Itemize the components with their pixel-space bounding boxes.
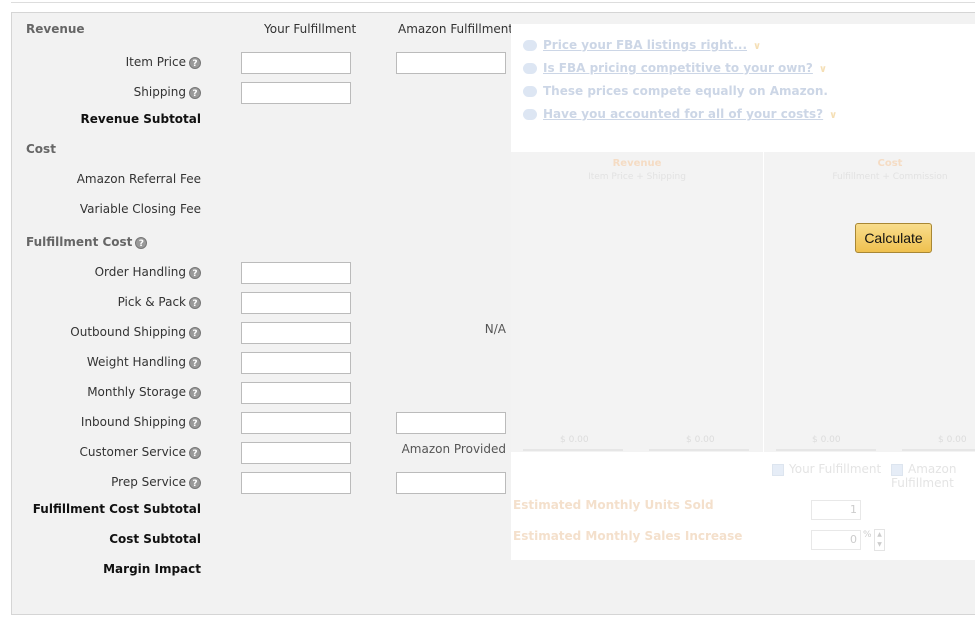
help-icon[interactable]: ? <box>189 56 201 69</box>
outbound-shipping-label: Outbound Shipping? <box>70 325 201 339</box>
amazon-inbound-shipping-input[interactable] <box>396 412 506 434</box>
cost-chart-subtitle: Fulfillment + Commission <box>832 172 948 182</box>
units-sold-input[interactable]: 1 <box>811 500 861 520</box>
tip-item[interactable]: Have you accounted for all of your costs… <box>523 107 837 121</box>
results-area: Price your FBA listings right... ∨ Is FBA… <box>511 24 975 560</box>
help-icon[interactable]: ? <box>135 236 148 249</box>
tip-item: These prices compete equally on Amazon. <box>523 84 828 98</box>
revenue-chart: Revenue Item Price + Shipping $ 0.00 $ 0… <box>511 152 763 452</box>
your-inbound-shipping-input[interactable] <box>241 412 351 434</box>
weight-handling-input[interactable] <box>241 352 351 374</box>
your-prep-service-input[interactable] <box>241 472 351 494</box>
units-sold-label: Estimated Monthly Units Sold <box>513 498 714 512</box>
top-border <box>11 0 975 3</box>
cost-header: Cost <box>26 142 56 156</box>
cost-chart: Cost Fulfillment + Commission $ 0.00 $ 0… <box>764 152 975 452</box>
revenue-your-value: $ 0.00 <box>560 435 589 445</box>
amazon-item-price-input[interactable] <box>396 52 506 74</box>
legend-amazon-fulfillment: Amazon Fulfillment <box>891 462 957 490</box>
variable-closing-fee-label: Variable Closing Fee <box>79 202 201 216</box>
weight-handling-label: Weight Handling? <box>87 355 201 369</box>
outbound-shipping-input[interactable] <box>241 322 351 344</box>
help-icon[interactable]: ? <box>189 326 201 339</box>
tip-item[interactable]: Price your FBA listings right... ∨ <box>523 38 761 52</box>
help-icon[interactable]: ? <box>189 446 201 459</box>
revenue-amazon-value: $ 0.00 <box>686 435 715 445</box>
your-shipping-input[interactable] <box>241 82 351 104</box>
chevron-down-icon: ∨ <box>829 110 838 121</box>
fulfillment-cost-header: Fulfillment Cost? <box>26 235 148 249</box>
revenue-subtotal-label: Revenue Subtotal <box>80 112 201 126</box>
pick-pack-label: Pick & Pack? <box>118 295 201 309</box>
customer-service-label: Customer Service? <box>80 445 201 459</box>
cost-your-value: $ 0.00 <box>812 435 841 445</box>
customer-service-input[interactable] <box>241 442 351 464</box>
calculate-button[interactable]: Calculate <box>855 223 932 253</box>
prep-service-label: Prep Service? <box>111 475 201 489</box>
amazon-prep-service-input[interactable] <box>396 472 506 494</box>
comparison-chart: Revenue Item Price + Shipping $ 0.00 $ 0… <box>511 152 975 452</box>
monthly-storage-input[interactable] <box>241 382 351 404</box>
percent-unit: % <box>863 530 872 540</box>
speech-bubble-icon <box>523 40 537 51</box>
speech-bubble-icon <box>523 109 537 120</box>
order-handling-label: Order Handling? <box>95 265 201 279</box>
chart-axis <box>902 449 975 451</box>
your-fulfillment-header: Your Fulfillment <box>264 22 357 36</box>
amazon-fulfillment-header: Amazon Fulfillment <box>398 22 514 36</box>
chevron-down-icon: ∨ <box>818 64 828 75</box>
outbound-na-value: N/A <box>484 322 506 336</box>
chart-axis <box>649 449 749 451</box>
help-icon[interactable]: ? <box>189 86 201 99</box>
cost-subtotal-label: Cost Subtotal <box>109 532 201 546</box>
help-icon[interactable]: ? <box>189 386 201 399</box>
help-icon[interactable]: ? <box>189 356 201 369</box>
pick-pack-input[interactable] <box>241 292 351 314</box>
help-icon[interactable]: ? <box>189 476 201 489</box>
cost-chart-title: Cost <box>877 158 903 169</box>
sales-increase-label: Estimated Monthly Sales Increase <box>513 529 743 543</box>
revenue-chart-title: Revenue <box>612 158 662 169</box>
tips-box: Price your FBA listings right... ∨ Is FBA… <box>511 24 975 137</box>
fulfillment-cost-subtotal-label: Fulfillment Cost Subtotal <box>32 502 201 516</box>
margin-impact-label: Margin Impact <box>103 562 201 576</box>
tip-item[interactable]: Is FBA pricing competitive to your own? ∨ <box>523 61 827 75</box>
legend-swatch <box>891 463 903 476</box>
item-price-label: Item Price? <box>126 55 201 69</box>
speech-bubble-icon <box>523 86 537 97</box>
order-handling-input[interactable] <box>241 262 351 284</box>
shipping-label: Shipping? <box>134 85 201 99</box>
chevron-down-icon: ∨ <box>753 41 762 52</box>
revenue-chart-subtitle: Item Price + Shipping <box>588 172 686 182</box>
help-icon[interactable]: ? <box>189 416 201 429</box>
help-icon[interactable]: ? <box>189 266 201 279</box>
legend-swatch <box>772 463 784 476</box>
help-icon[interactable]: ? <box>189 296 201 309</box>
chart-axis <box>776 449 876 451</box>
referral-fee-label: Amazon Referral Fee <box>76 172 201 186</box>
speech-bubble-icon <box>523 63 537 74</box>
cost-amazon-value: $ 0.00 <box>938 435 967 445</box>
chart-axis <box>523 449 623 451</box>
spinner-control[interactable]: ▲ ▼ <box>874 529 885 551</box>
inbound-shipping-label: Inbound Shipping? <box>81 415 201 429</box>
amazon-provided-value: Amazon Provided <box>401 442 506 456</box>
sales-increase-input[interactable]: 0 <box>811 530 861 550</box>
legend-your-fulfillment: Your Fulfillment <box>772 462 881 476</box>
your-item-price-input[interactable] <box>241 52 351 74</box>
monthly-storage-label: Monthly Storage? <box>87 385 201 399</box>
revenue-header: Revenue <box>26 22 85 36</box>
